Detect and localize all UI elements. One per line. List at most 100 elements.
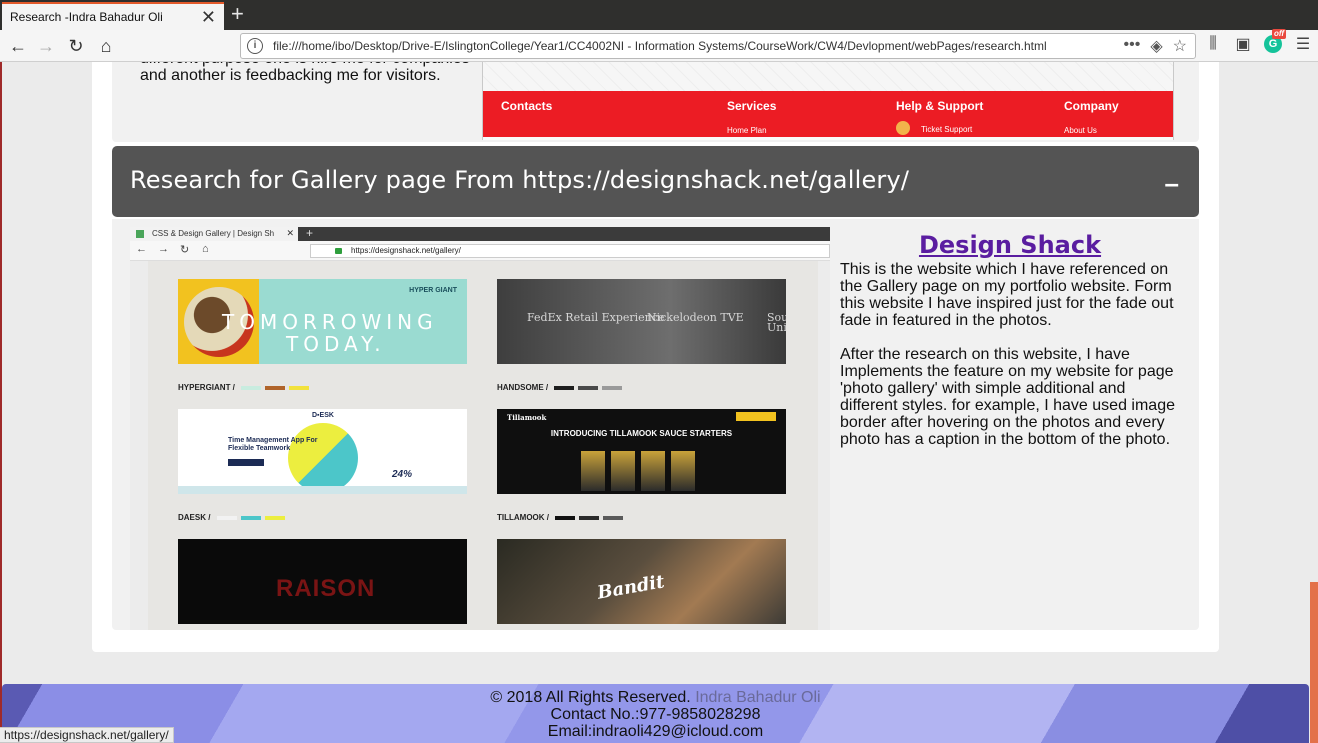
hypergiant-headline: TOMORROWING TODAY.	[222, 311, 438, 355]
screenshot-new-tab-icon: +	[306, 227, 314, 240]
close-tab-icon[interactable]: ✕	[201, 8, 216, 26]
screenshot-forward-icon: →	[158, 243, 169, 255]
hypergiant-thumbnail: HYPER GIANT TOMORROWING TODAY.	[178, 279, 467, 364]
raison-thumbnail: RAISON	[178, 539, 467, 624]
raison-logo: RAISON	[276, 575, 376, 602]
accordion-title: Research for Gallery page From https://d…	[130, 166, 910, 194]
thumb-label-handsome: HANDSOME /	[497, 383, 623, 392]
thumb-label-hypergiant: HYPERGIANT /	[178, 383, 310, 392]
handsome-thumbnail: FedEx Retail Experience Nickelodeon TVE …	[497, 279, 786, 364]
hypergiant-line2: TODAY.	[286, 332, 386, 356]
thumb-label-text: HYPERGIANT /	[178, 383, 235, 392]
collapse-icon[interactable]: –	[1165, 168, 1179, 199]
footer-col-contacts: Contacts	[501, 99, 553, 113]
author-name: Indra Bahadur Oli	[695, 689, 821, 706]
bandit-thumbnail: Bandit	[497, 539, 786, 624]
color-swatch	[555, 515, 576, 520]
screenshot-tab-bar: CSS & Design Gallery | Design Sh ✕ +	[130, 227, 830, 241]
description-paragraph-2: After the research on this website, I ha…	[840, 346, 1175, 448]
thumb-label-text: DAESK /	[178, 513, 211, 522]
page-viewport: different purpose one is hire me for com…	[0, 62, 1318, 743]
home-icon[interactable]: ⌂	[94, 34, 118, 58]
footer-sub-about-us: About Us	[1064, 126, 1097, 135]
url-text[interactable]: file:///home/ibo/Desktop/Drive-E/Islingt…	[273, 39, 1047, 53]
sidebar-icon[interactable]: ▣	[1234, 34, 1252, 54]
screenshot-back-icon: ←	[136, 243, 147, 255]
handsome-project-3: Sou Uni	[767, 311, 786, 334]
screenshot-tab-title: CSS & Design Gallery | Design Sh	[152, 229, 275, 238]
tillamook-thumbnail: Tillamook INTRODUCING TILLAMOOK SAUCE ST…	[497, 409, 786, 494]
previous-section-text: different purpose one is hire me for com…	[140, 62, 470, 84]
pocket-icon[interactable]: ◈	[1150, 36, 1162, 56]
color-swatch	[578, 385, 599, 390]
screenshot-close-icon: ✕	[286, 228, 294, 238]
tillamook-products	[581, 451, 695, 491]
daesk-button	[228, 459, 264, 466]
support-badge-icon	[896, 121, 910, 135]
thumb-label-text: TILLAMOOK /	[497, 513, 549, 522]
back-icon[interactable]: ←	[6, 34, 30, 58]
research-description: Design Shack This is the website which I…	[840, 231, 1180, 448]
grammarly-extension-icon[interactable]: Goff	[1264, 29, 1287, 53]
site-info-icon[interactable]: i	[247, 38, 263, 54]
browser-toolbar: ← → ↻ ⌂ i file:///home/ibo/Desktop/Drive…	[0, 29, 1318, 62]
reload-icon[interactable]: ↻	[64, 34, 88, 58]
designshack-screenshot: CSS & Design Gallery | Design Sh ✕ + ← →…	[130, 227, 830, 630]
screenshot-home-icon: ⌂	[202, 243, 209, 255]
contact-number: Contact No.:977-9858028298	[550, 706, 761, 723]
thumb-label-tillamook: TILLAMOOK /	[497, 513, 624, 522]
color-swatch	[216, 515, 237, 520]
previous-research-section: different purpose one is hire me for com…	[112, 62, 1199, 142]
description-paragraph-1: This is the website which I have referen…	[840, 261, 1174, 329]
footer-sub-home-plan: Home Plan	[727, 126, 767, 135]
screenshot-tab: CSS & Design Gallery | Design Sh ✕	[130, 227, 298, 241]
footer-sub-ticket-support: Ticket Support	[921, 125, 973, 134]
tillamook-cta	[736, 412, 776, 421]
gallery-research-accordion-body: CSS & Design Gallery | Design Sh ✕ + ← →…	[112, 219, 1199, 630]
copyright-text: © 2018 All Rights Reserved.	[490, 689, 691, 706]
site-footer: © 2018 All Rights Reserved. Indra Bahadu…	[2, 684, 1309, 743]
hypergiant-line1: TOMORROWING	[222, 310, 438, 334]
screenshot-reload-icon: ↻	[180, 244, 190, 256]
address-bar[interactable]: i file:///home/ibo/Desktop/Drive-E/Islin…	[240, 33, 1196, 59]
daesk-headline: Time Management App For Flexible Teamwor…	[228, 437, 318, 452]
forward-icon[interactable]: →	[34, 34, 58, 58]
daesk-logo: D▪ESK	[312, 412, 334, 419]
footer-col-services: Services	[727, 99, 777, 113]
pattern-background	[483, 62, 1173, 91]
tillamook-logo: Tillamook	[507, 413, 547, 422]
footer-col-company: Company	[1064, 99, 1119, 113]
gallery-research-accordion-header[interactable]: Research for Gallery page From https://d…	[112, 146, 1199, 217]
footer-col-help: Help & Support	[896, 99, 984, 113]
color-swatch	[264, 515, 285, 520]
daesk-stat: 24%	[392, 469, 413, 480]
lock-icon	[335, 248, 342, 254]
design-shack-link[interactable]: Design Shack	[840, 231, 1180, 259]
previous-research-screenshot: Contacts Services Help & Support Company…	[482, 62, 1174, 140]
bookmark-star-icon[interactable]: ☆	[1173, 36, 1187, 56]
library-icon[interactable]: ⫼	[1204, 35, 1222, 53]
tillamook-headline: INTRODUCING TILLAMOOK SAUCE STARTERS	[550, 429, 733, 438]
daesk-bottom-bar	[178, 486, 467, 494]
thumb-label-daesk: DAESK /	[178, 513, 285, 522]
color-swatch	[602, 385, 623, 390]
screenshot-url-bar: https://designshack.net/gallery/	[310, 244, 830, 258]
hypergiant-logo: HYPER GIANT	[409, 287, 457, 294]
menu-icon[interactable]: ☰	[1294, 34, 1312, 54]
color-swatch	[603, 515, 624, 520]
handsome-project-1: FedEx Retail Experience	[527, 311, 665, 324]
page-actions-icon[interactable]: •••	[1124, 36, 1141, 56]
handsome-project-2: Nickelodeon TVE	[647, 311, 744, 324]
color-swatch	[265, 385, 286, 390]
screenshot-url: https://designshack.net/gallery/	[351, 246, 461, 255]
extension-badge: off	[1272, 29, 1287, 39]
tab-title: Research -Indra Bahadur Oli	[10, 10, 163, 24]
favicon-icon	[136, 230, 144, 238]
browser-tab[interactable]: Research -Indra Bahadur Oli ✕	[2, 2, 224, 30]
color-swatch	[554, 385, 575, 390]
color-swatch	[240, 515, 261, 520]
scroll-edge-strip	[1310, 582, 1318, 743]
new-tab-button[interactable]: +	[231, 3, 244, 25]
left-edge	[0, 62, 2, 743]
color-swatch	[289, 385, 310, 390]
